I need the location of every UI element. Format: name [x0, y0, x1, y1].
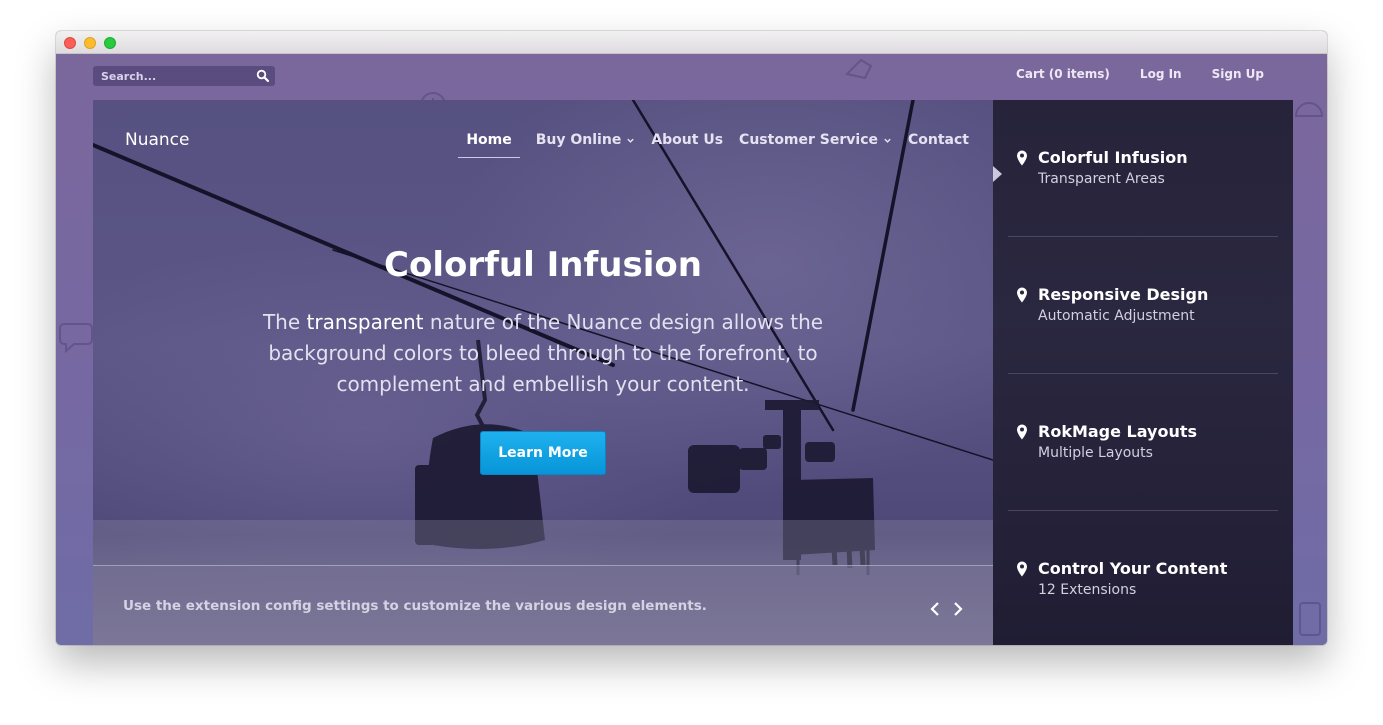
chevron-right-icon[interactable] [951, 600, 965, 618]
doodle-phone-icon [1299, 602, 1321, 636]
page-viewport: Cart (0 items) Log In Sign Up [56, 54, 1327, 645]
cart-link[interactable]: Cart (0 items) [1016, 67, 1110, 81]
feature-sidebar: Colorful Infusion Transparent Areas Resp… [993, 100, 1293, 645]
map-pin-icon [1017, 561, 1027, 577]
search-icon[interactable] [256, 69, 270, 83]
slide-caption: Use the extension config settings to cus… [123, 598, 707, 614]
feature-subtitle: Transparent Areas [1038, 171, 1165, 187]
search-box [93, 66, 275, 86]
search-input[interactable] [93, 66, 253, 86]
feature-item[interactable]: Colorful Infusion Transparent Areas [1008, 100, 1278, 237]
hero-text-emphasis: transparent [306, 310, 424, 334]
learn-more-button[interactable]: Learn More [480, 431, 606, 475]
hero-description: The transparent nature of the Nuance des… [243, 307, 843, 400]
main-nav: Home Buy Online About Us Customer Servic… [458, 132, 969, 158]
account-links: Cart (0 items) Log In Sign Up [1016, 67, 1264, 81]
doodle-tag-icon [845, 58, 873, 80]
feature-title: RokMage Layouts [1038, 422, 1198, 441]
chevron-down-icon [884, 138, 891, 143]
nav-home-label: Home [466, 132, 512, 148]
hero-slideshow: Nuance Home Buy Online About Us Customer… [93, 100, 993, 645]
signup-link[interactable]: Sign Up [1212, 67, 1264, 81]
feature-item[interactable]: Responsive Design Automatic Adjustment [1008, 237, 1278, 374]
nav-buy-online[interactable]: Buy Online [536, 132, 636, 148]
feature-subtitle: Automatic Adjustment [1038, 308, 1195, 324]
chevron-down-icon [627, 138, 635, 143]
feature-item[interactable]: RokMage Layouts Multiple Layouts [1008, 374, 1278, 511]
doodle-gauge-icon [1294, 102, 1324, 117]
slide-caption-bar: Use the extension config settings to cus… [93, 565, 993, 645]
feature-item[interactable]: Control Your Content 12 Extensions [1008, 511, 1278, 645]
window-titlebar [56, 31, 1327, 54]
feature-title: Control Your Content [1038, 559, 1228, 578]
nav-about-us-label: About Us [651, 132, 724, 148]
map-pin-icon [1017, 424, 1027, 440]
close-window-button[interactable] [64, 37, 76, 49]
feature-subtitle: Multiple Layouts [1038, 445, 1153, 461]
map-pin-icon [1017, 150, 1027, 166]
minimize-window-button[interactable] [84, 37, 96, 49]
nav-contact-label: Contact [908, 132, 969, 148]
chevron-left-icon[interactable] [928, 600, 942, 618]
nav-about-us[interactable]: About Us [651, 132, 723, 148]
hero-title: Colorful Infusion [384, 245, 702, 285]
hero-text-part-1: The [262, 310, 307, 334]
nav-home[interactable]: Home [458, 132, 521, 158]
browser-window: Cart (0 items) Log In Sign Up [56, 31, 1327, 645]
login-link[interactable]: Log In [1140, 67, 1182, 81]
map-pin-icon [1017, 287, 1027, 303]
doodle-chat-icon [59, 323, 93, 354]
nav-contact[interactable]: Contact [908, 132, 969, 148]
feature-title: Responsive Design [1038, 285, 1209, 304]
feature-title: Colorful Infusion [1038, 148, 1188, 167]
nav-buy-online-label: Buy Online [535, 132, 622, 148]
site-logo[interactable]: Nuance [125, 130, 190, 150]
active-slide-indicator [993, 166, 1002, 182]
maximize-window-button[interactable] [104, 37, 116, 49]
nav-customer-service-label: Customer Service [739, 132, 878, 148]
feature-subtitle: 12 Extensions [1038, 582, 1137, 598]
nav-customer-service[interactable]: Customer Service [739, 132, 892, 148]
